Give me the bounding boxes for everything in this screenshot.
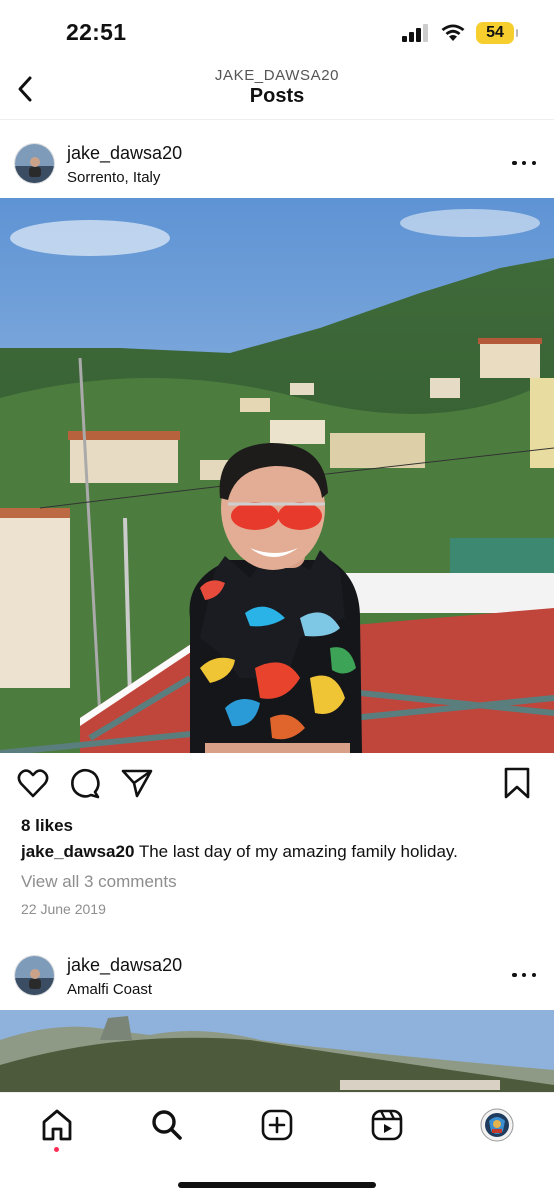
post-date: 22 June 2019	[21, 901, 106, 917]
nav-search[interactable]	[149, 1107, 185, 1143]
comment-button[interactable]	[68, 766, 102, 800]
comment-bubble-icon	[71, 769, 100, 799]
profile-avatar	[480, 1108, 514, 1142]
status-time: 22:51	[66, 19, 127, 45]
like-button[interactable]	[16, 766, 50, 800]
bookmark-icon	[504, 767, 530, 799]
paper-plane-icon	[121, 769, 153, 798]
battery-indicator: 54	[476, 22, 518, 44]
caption-username[interactable]: jake_dawsa20	[21, 842, 134, 861]
status-bar: 22:51 54	[0, 0, 554, 62]
view-comments-link[interactable]: View all 3 comments	[21, 872, 177, 892]
post-location[interactable]: Amalfi Coast	[67, 981, 152, 998]
avatar[interactable]	[14, 955, 55, 996]
more-dots-icon	[512, 160, 517, 166]
post-username[interactable]: jake_dawsa20	[67, 955, 182, 976]
save-button[interactable]	[500, 766, 534, 800]
post-header: jake_dawsa20 Amalfi Coast	[0, 945, 554, 1007]
likes-count[interactable]: 8 likes	[21, 816, 73, 836]
reels-icon	[371, 1109, 403, 1141]
post-photo[interactable]	[0, 198, 554, 753]
home-icon	[42, 1109, 72, 1141]
signal-icon	[402, 24, 428, 42]
post-caption: jake_dawsa20 The last day of my amazing …	[21, 842, 541, 862]
post-header: jake_dawsa20 Sorrento, Italy	[0, 133, 554, 195]
post-location[interactable]: Sorrento, Italy	[67, 169, 160, 186]
photo-illustration	[0, 1010, 554, 1092]
more-options-button[interactable]	[512, 151, 536, 175]
account-name: JAKE_DAWSA20	[214, 67, 340, 84]
post-username[interactable]: jake_dawsa20	[67, 143, 182, 164]
plus-square-icon	[261, 1109, 293, 1141]
search-icon	[152, 1110, 182, 1140]
share-button[interactable]	[120, 766, 154, 800]
nav-create[interactable]	[259, 1107, 295, 1143]
heart-icon	[17, 769, 49, 798]
post-photo[interactable]	[0, 1010, 554, 1092]
page-title: Posts	[249, 85, 305, 107]
nav-profile[interactable]	[479, 1107, 515, 1143]
status-icons: 54	[402, 22, 518, 44]
more-dots-icon	[512, 972, 517, 978]
notification-dot	[54, 1147, 59, 1152]
nav-reels[interactable]	[369, 1107, 405, 1143]
wifi-icon	[441, 24, 465, 41]
photo-illustration	[0, 198, 554, 753]
more-options-button[interactable]	[512, 963, 536, 987]
home-indicator	[178, 1182, 376, 1188]
caption-text: The last day of my amazing family holida…	[138, 842, 458, 861]
nav-home[interactable]	[39, 1107, 75, 1143]
post-actions	[0, 766, 554, 806]
avatar[interactable]	[14, 143, 55, 184]
page-header: JAKE_DAWSA20 Posts	[0, 62, 554, 120]
